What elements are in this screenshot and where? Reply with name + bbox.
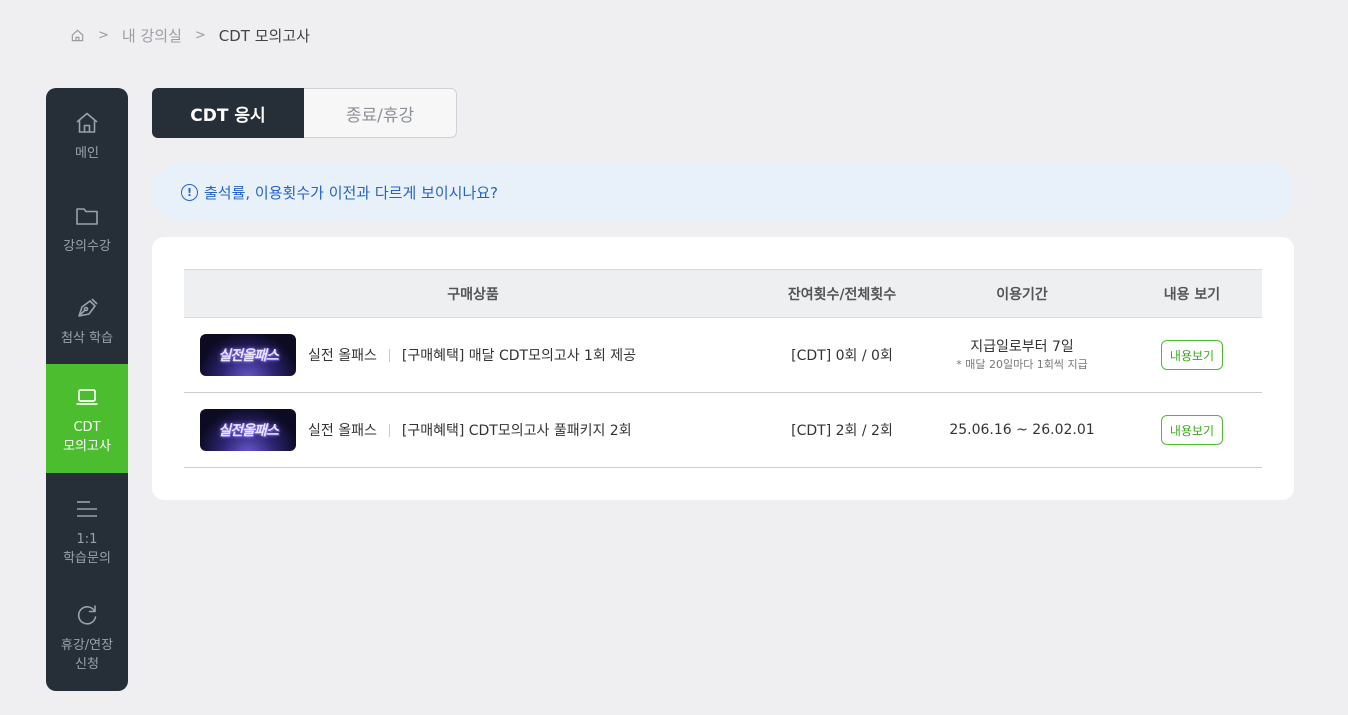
product-description: [구매혜택] 매달 CDT모의고사 1회 제공	[401, 348, 637, 364]
period-note: * 매달 20일마다 1회씩 지급	[956, 358, 1088, 371]
breadcrumb-item-current: CDT 모의고사	[218, 26, 310, 45]
breadcrumb-item-classroom[interactable]: 내 강의실	[122, 25, 182, 46]
thumbnail-title: 실전올패스	[218, 423, 278, 439]
sidebar-item-label: CDT 모의고사	[63, 420, 111, 454]
remaining-count: [CDT] 0회 / 0회	[791, 348, 893, 364]
home-icon[interactable]	[70, 28, 85, 43]
sidebar-item-label: 첨삭 학습	[61, 331, 113, 346]
pen-nib-icon	[78, 298, 98, 317]
header-remaining: 잔여횟수/전체횟수	[787, 286, 897, 303]
notice-banner[interactable]: ! 출석률, 이용횟수가 이전과 다르게 보이시나요?	[152, 162, 1294, 222]
sidebar-item-label: 1:1 학습문의	[63, 532, 111, 566]
product-name: 실전 올패스	[308, 423, 377, 439]
divider	[388, 423, 390, 437]
refresh-icon	[77, 605, 97, 625]
sidebar-item-label: 강의수강	[63, 239, 111, 254]
header-product: 구매상품	[447, 286, 499, 303]
product-thumbnail: 실전올패스	[200, 334, 296, 376]
product-cell: 실전올패스 실전 올패스 [구매혜택] 매달 CDT모의고사 1회 제공	[184, 334, 762, 376]
sidebar-item-leave-extend[interactable]: 휴강/연장 신청	[46, 602, 128, 674]
sidebar-item-inquiry[interactable]: 1:1 학습문의	[46, 496, 128, 568]
header-view: 내용 보기	[1163, 286, 1221, 303]
period-text: 25.06.16 ~ 26.02.01	[949, 422, 1095, 438]
header-period: 이용기간	[996, 286, 1048, 303]
purchase-table: 구매상품 잔여횟수/전체횟수 이용기간 내용 보기 실전올패스 실전 올패스 […	[184, 269, 1262, 468]
remaining-count: [CDT] 2회 / 2회	[791, 423, 893, 439]
tab-bar: CDT 응시 종료/휴강	[152, 88, 457, 138]
sidebar-item-label: 휴강/연장 신청	[60, 638, 114, 672]
divider	[388, 348, 390, 362]
info-icon: !	[181, 183, 198, 201]
table-row: 실전올패스 실전 올패스 [구매혜택] CDT모의고사 풀패키지 2회 [CDT…	[184, 393, 1262, 468]
view-details-button[interactable]: 내용보기	[1161, 340, 1223, 370]
thumbnail-title: 실전올패스	[218, 348, 278, 364]
sidebar-item-cdt-mock-exam[interactable]: CDT 모의고사	[46, 364, 128, 473]
laptop-icon	[76, 389, 98, 405]
product-description: [구매혜택] CDT모의고사 풀패키지 2회	[401, 423, 632, 439]
sidebar-item-main[interactable]: 메인	[46, 110, 128, 163]
product-thumbnail: 실전올패스	[200, 409, 296, 451]
table-header: 구매상품 잔여횟수/전체횟수 이용기간 내용 보기	[184, 269, 1262, 318]
sidebar-item-lectures[interactable]: 강의수강	[46, 203, 128, 256]
chevron-right-icon: >	[98, 27, 109, 43]
period-cell: 25.06.16 ~ 26.02.01	[922, 420, 1122, 440]
home-icon	[76, 112, 98, 133]
product-cell: 실전올패스 실전 올패스 [구매혜택] CDT모의고사 풀패키지 2회	[184, 409, 762, 451]
table-row: 실전올패스 실전 올패스 [구매혜택] 매달 CDT모의고사 1회 제공 [CD…	[184, 318, 1262, 393]
product-name: 실전 올패스	[308, 348, 377, 364]
tab-ended-leave[interactable]: 종료/휴강	[304, 88, 457, 138]
menu-lines-icon	[77, 501, 97, 517]
notice-text: 출석률, 이용횟수가 이전과 다르게 보이시나요?	[204, 183, 499, 202]
sidebar-item-correction[interactable]: 첨삭 학습	[46, 295, 128, 348]
sidebar-item-label: 메인	[75, 146, 99, 161]
period-cell: 지급일로부터 7일 * 매달 20일마다 1회씩 지급	[922, 337, 1122, 373]
view-cell: 내용보기	[1122, 415, 1262, 445]
sidebar: 메인 강의수강 첨삭 학습 CDT 모의고사 1:1 학습문의 휴강/연장 신청	[46, 88, 128, 691]
view-cell: 내용보기	[1122, 340, 1262, 370]
purchase-card: 구매상품 잔여횟수/전체횟수 이용기간 내용 보기 실전올패스 실전 올패스 […	[152, 237, 1294, 500]
view-details-button[interactable]: 내용보기	[1161, 415, 1223, 445]
breadcrumb: > 내 강의실 > CDT 모의고사	[70, 24, 310, 46]
chevron-right-icon: >	[194, 27, 206, 43]
tab-cdt-exam[interactable]: CDT 응시	[152, 88, 304, 138]
period-text: 지급일로부터 7일	[970, 339, 1074, 355]
page: > 내 강의실 > CDT 모의고사 메인 강의수강 첨삭 학습 CDT 모의고…	[0, 0, 1348, 715]
folder-icon	[76, 208, 98, 225]
